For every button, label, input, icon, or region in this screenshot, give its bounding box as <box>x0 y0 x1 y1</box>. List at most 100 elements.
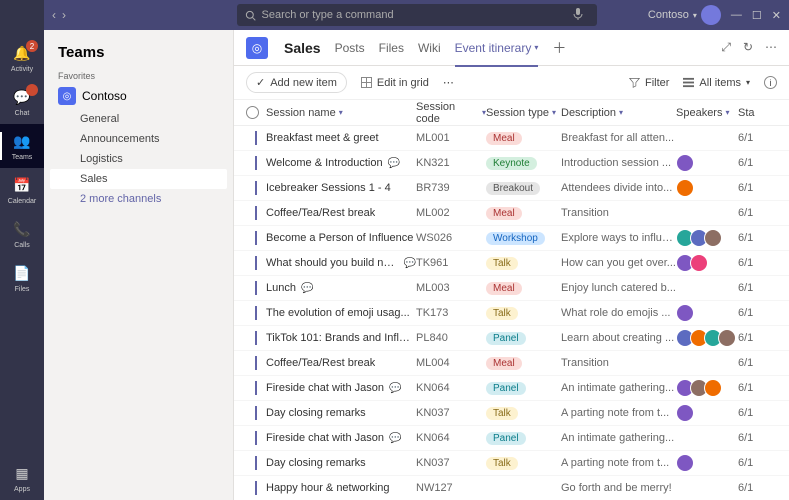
nav-back-icon[interactable]: ‹ <box>52 8 56 22</box>
session-name: Icebreaker Sessions 1 - 4 <box>266 182 391 194</box>
table-row[interactable]: Day closing remarks KN037 Talk A parting… <box>234 451 789 476</box>
calendar-icon: 📅 <box>12 176 32 196</box>
col-session-code[interactable]: Session code▾ <box>416 101 486 125</box>
row-marker <box>255 356 257 370</box>
close-button[interactable]: ✕ <box>772 9 781 22</box>
col-session-type[interactable]: Session type▾ <box>486 107 561 119</box>
avatar <box>676 404 694 422</box>
channel-announcements[interactable]: Announcements <box>44 129 233 149</box>
table-row[interactable]: Fireside chat with Jason💬 KN064 Panel An… <box>234 376 789 401</box>
table-row[interactable]: Lunch💬 ML003 Meal Enjoy lunch catered b.… <box>234 276 789 301</box>
files-icon: 📄 <box>12 264 32 284</box>
avatar <box>676 154 694 172</box>
tab-event-itinerary[interactable]: Event itinerary ▾ <box>455 39 539 57</box>
table-row[interactable]: What should you build next?💬 TK961 Talk … <box>234 251 789 276</box>
comment-icon: 💬 <box>388 158 400 169</box>
tab-posts[interactable]: Posts <box>335 39 365 57</box>
info-icon[interactable]: i <box>764 76 777 89</box>
rail-item-calls[interactable]: 📞Calls <box>0 212 44 256</box>
row-marker <box>255 431 257 445</box>
rail-item-teams[interactable]: 👥Teams <box>0 124 44 168</box>
more-icon[interactable]: ⋯ <box>765 40 777 55</box>
table-row[interactable]: Fireside chat with Jason💬 KN064 Panel An… <box>234 426 789 451</box>
rail-item-apps[interactable]: ▦Apps <box>0 456 44 500</box>
mic-icon[interactable] <box>573 8 589 23</box>
speakers-cell <box>676 154 738 172</box>
table-row[interactable]: Welcome & Introduction💬 KN321 Keynote In… <box>234 151 789 176</box>
start-date: 6/1 <box>738 382 777 394</box>
tab-files[interactable]: Files <box>379 39 404 57</box>
org-switcher[interactable]: Contoso ▾ <box>648 5 721 25</box>
session-code: KN064 <box>416 382 486 394</box>
session-code: KN037 <box>416 407 486 419</box>
team-header[interactable]: ◎ Contoso <box>44 83 233 109</box>
search-input[interactable]: Search or type a command <box>237 4 597 26</box>
table-row[interactable]: Happy hour & networking NW127 Go forth a… <box>234 476 789 500</box>
titlebar: ‹ › Search or type a command Contoso ▾ —… <box>44 0 789 30</box>
avatar <box>676 454 694 472</box>
col-description[interactable]: Description▾ <box>561 107 676 119</box>
row-marker <box>255 481 257 495</box>
avatar <box>690 254 708 272</box>
app-rail: 🔔Activity2💬Chat 👥Teams📅Calendar📞Calls📄Fi… <box>0 0 44 500</box>
start-date: 6/1 <box>738 207 777 219</box>
add-tab-button[interactable]: ＋ <box>552 38 566 58</box>
select-all[interactable] <box>246 106 259 119</box>
col-session-name[interactable]: Session name▾ <box>266 107 416 119</box>
table-row[interactable]: Become a Person of Influence WS026 Works… <box>234 226 789 251</box>
rail-label: Activity <box>11 66 33 73</box>
row-marker <box>255 156 257 170</box>
check-icon: ✓ <box>256 76 265 89</box>
maximize-button[interactable]: ☐ <box>752 9 762 22</box>
table-row[interactable]: Coffee/Tea/Rest break ML002 Meal Transit… <box>234 201 789 226</box>
view-switcher[interactable]: All items ▾ <box>683 77 750 89</box>
edit-in-grid-button[interactable]: Edit in grid <box>361 77 429 89</box>
expand-icon[interactable]: ⤢ <box>721 40 731 55</box>
table-row[interactable]: The evolution of emoji usag... TK173 Tal… <box>234 301 789 326</box>
channel-2-more-channels[interactable]: 2 more channels <box>44 189 233 209</box>
avatar <box>701 5 721 25</box>
table-row[interactable]: TikTok 101: Brands and Influe... PL840 P… <box>234 326 789 351</box>
start-date: 6/1 <box>738 257 777 269</box>
rail-label: Chat <box>15 110 30 117</box>
filter-button[interactable]: Filter <box>629 77 669 89</box>
minimize-button[interactable]: — <box>731 9 742 21</box>
channel-sales[interactable]: Sales <box>50 169 227 189</box>
rail-item-activity[interactable]: 🔔Activity2 <box>0 36 44 80</box>
col-start[interactable]: Sta <box>738 107 777 119</box>
start-date: 6/1 <box>738 232 777 244</box>
table-row[interactable]: Breakfast meet & greet ML001 Meal Breakf… <box>234 126 789 151</box>
search-icon <box>245 10 256 21</box>
start-date: 6/1 <box>738 307 777 319</box>
channel-logistics[interactable]: Logistics <box>44 149 233 169</box>
new-item-label: Add new item <box>270 77 337 89</box>
add-new-item-button[interactable]: ✓ Add new item <box>246 72 347 93</box>
refresh-icon[interactable]: ↻ <box>743 40 753 55</box>
teams-icon: 👥 <box>12 132 32 152</box>
channel-general[interactable]: General <box>44 109 233 129</box>
col-speakers[interactable]: Speakers▾ <box>676 107 738 119</box>
session-name: TikTok 101: Brands and Influe... <box>266 332 416 344</box>
command-bar: ✓ Add new item Edit in grid ⋯ Filter All… <box>234 66 789 100</box>
rail-item-calendar[interactable]: 📅Calendar <box>0 168 44 212</box>
table-row[interactable]: Day closing remarks KN037 Talk A parting… <box>234 401 789 426</box>
edit-grid-label: Edit in grid <box>377 77 429 89</box>
cmd-more-icon[interactable]: ⋯ <box>443 76 455 89</box>
session-name: Coffee/Tea/Rest break <box>266 207 375 219</box>
rail-item-files[interactable]: 📄Files <box>0 256 44 300</box>
nav-forward-icon[interactable]: › <box>62 8 66 22</box>
tab-wiki[interactable]: Wiki <box>418 39 441 57</box>
speakers-cell <box>676 179 738 197</box>
table-body: Breakfast meet & greet ML001 Meal Breakf… <box>234 126 789 500</box>
comment-icon: 💬 <box>389 383 401 394</box>
start-date: 6/1 <box>738 457 777 469</box>
session-code: TK961 <box>416 257 486 269</box>
rail-item-chat[interactable]: 💬Chat <box>0 80 44 124</box>
session-type-pill: Meal <box>486 132 522 145</box>
table-row[interactable]: Icebreaker Sessions 1 - 4 BR739 Breakout… <box>234 176 789 201</box>
row-marker <box>255 231 257 245</box>
session-code: KN064 <box>416 432 486 444</box>
table-row[interactable]: Coffee/Tea/Rest break ML004 Meal Transit… <box>234 351 789 376</box>
session-type-pill: Keynote <box>486 157 537 170</box>
session-name: Coffee/Tea/Rest break <box>266 357 375 369</box>
